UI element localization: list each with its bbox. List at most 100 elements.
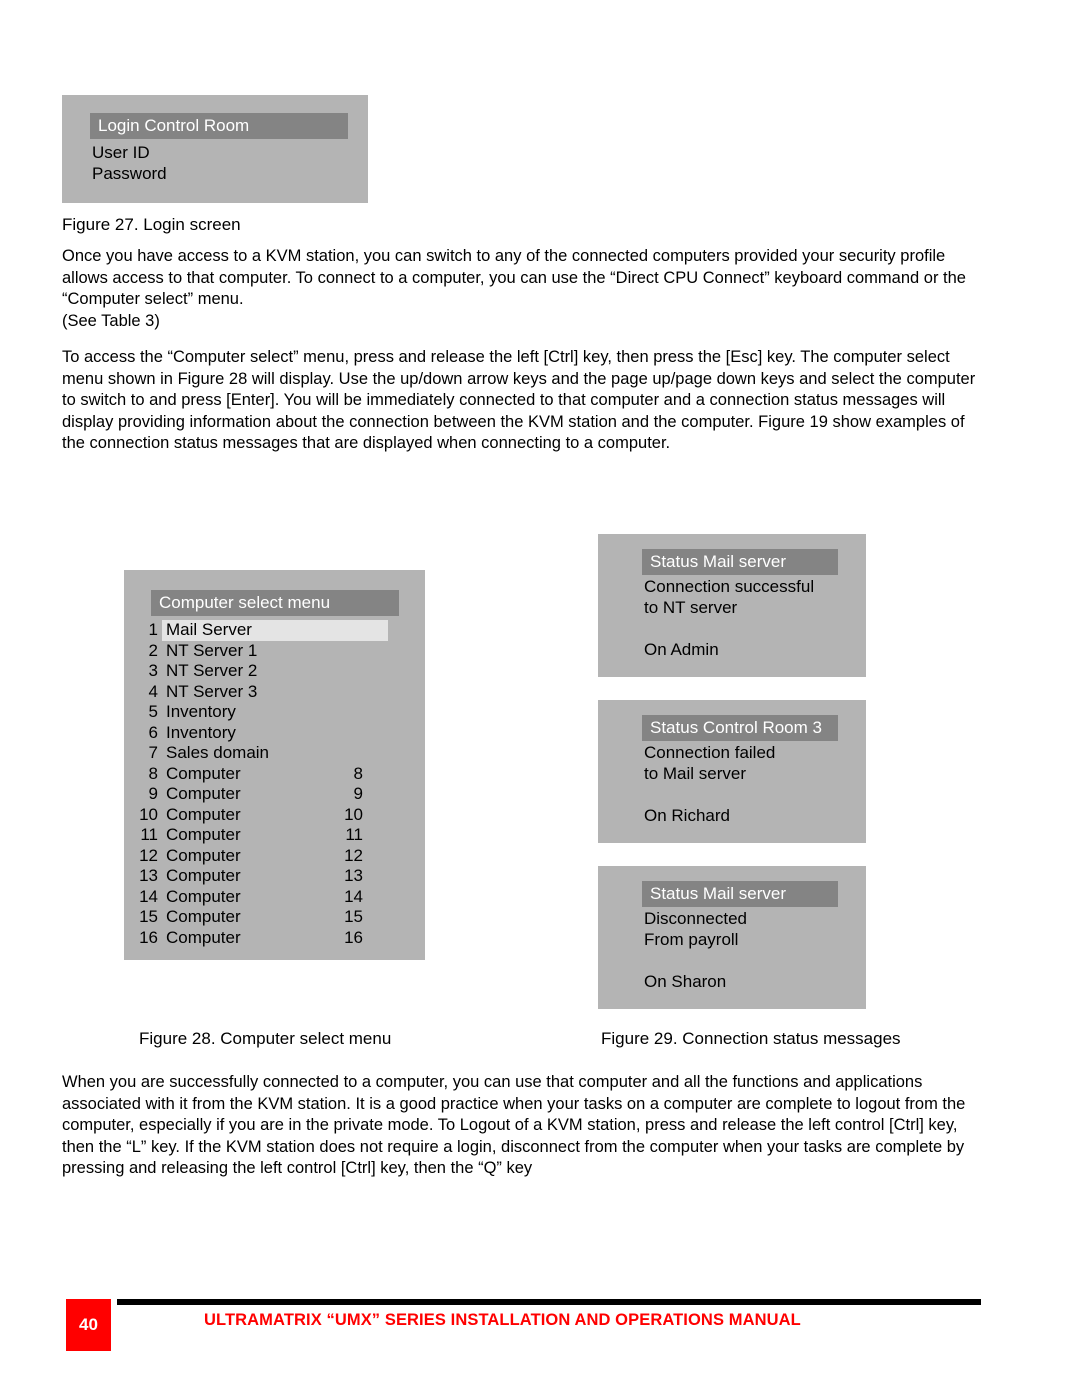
- computer-select-row-index: 15: [139, 907, 158, 926]
- computer-select-row-port: 13: [344, 866, 363, 885]
- computer-select-row-namebox: Mail Server: [162, 620, 388, 641]
- status-line-1-2: to NT server: [644, 598, 738, 617]
- computer-select-row-namebox: Computer 16: [166, 928, 425, 949]
- status-titlebar-2: Status Control Room 3: [642, 715, 838, 741]
- computer-select-row-namebox: Computer 11: [166, 825, 425, 846]
- computer-select-menu-panel: Computer select menu 1 Mail Server 2 NT Ser…: [124, 570, 425, 960]
- computer-select-row-namebox: Computer 14: [166, 887, 425, 908]
- computer-select-row[interactable]: 3 NT Server 2: [124, 661, 425, 682]
- footer-manual-title: ULTRAMATRIX “UMX” SERIES INSTALLATION AN…: [204, 1311, 801, 1329]
- footer-page-badge: 40: [66, 1299, 111, 1351]
- computer-select-row-name: Computer: [166, 907, 241, 926]
- computer-select-row[interactable]: 16 Computer 16: [124, 928, 425, 949]
- footer-divider: [117, 1299, 981, 1305]
- computer-select-row-name: Computer: [166, 784, 241, 803]
- computer-select-row-index: 6: [148, 722, 158, 742]
- login-titlebar: Login Control Room: [90, 113, 348, 139]
- computer-select-row-name: Computer: [166, 866, 241, 885]
- status-titlebar-3: Status Mail server: [642, 881, 838, 907]
- computer-select-row-port: 8: [353, 763, 363, 783]
- computer-select-row[interactable]: 12 Computer 12: [124, 846, 425, 867]
- status-line-3-2: From payroll: [644, 930, 739, 949]
- paragraph-kvm-access: Once you have access to a KVM station, y…: [62, 246, 981, 332]
- computer-select-row[interactable]: 7 Sales domain: [124, 743, 425, 764]
- login-password-label: Password: [92, 164, 167, 183]
- computer-select-row-name: Mail Server: [166, 620, 252, 639]
- computer-select-titlebar: Computer select menu: [151, 590, 399, 616]
- computer-select-row-index: 4: [148, 681, 158, 701]
- computer-select-row[interactable]: 4 NT Server 3: [124, 682, 425, 703]
- computer-select-row-port: 11: [345, 825, 363, 844]
- computer-select-row[interactable]: 11 Computer 11: [124, 825, 425, 846]
- computer-select-row[interactable]: 14 Computer 14: [124, 887, 425, 908]
- paragraph-computer-select-access: To access the “Computer select” menu, pr…: [62, 348, 976, 452]
- computer-select-row[interactable]: 8 Computer 8: [124, 764, 425, 785]
- computer-select-row-namebox: NT Server 3: [166, 682, 425, 703]
- computer-select-row-namebox: Computer 8: [166, 764, 425, 785]
- computer-select-row-name: NT Server 1: [166, 640, 258, 660]
- computer-select-row-namebox: Inventory: [166, 723, 425, 744]
- status-spacer-2: [644, 784, 775, 805]
- computer-select-row[interactable]: 9 Computer 9: [124, 784, 425, 805]
- computer-select-row-name: Inventory: [166, 722, 236, 742]
- computer-select-row[interactable]: 13 Computer 13: [124, 866, 425, 887]
- computer-select-row-port: 16: [344, 927, 363, 947]
- computer-select-row-namebox: Sales domain: [166, 743, 425, 764]
- computer-select-row-namebox: Computer 15: [166, 907, 425, 928]
- computer-select-row-index: 12: [139, 845, 158, 865]
- status-message-panel-1: Status Mail server Connection successful…: [598, 534, 866, 677]
- computer-select-row[interactable]: 10 Computer 10: [124, 805, 425, 826]
- computer-select-row-port: 14: [344, 886, 363, 906]
- computer-select-row-name: Computer: [166, 927, 241, 947]
- paragraph-see-table-3: (See Table 3): [62, 311, 160, 330]
- computer-select-row-name: Computer: [166, 763, 241, 783]
- computer-select-row-name: Computer: [166, 845, 241, 865]
- computer-select-row-namebox: Computer 12: [166, 846, 425, 867]
- computer-select-row-namebox: Computer 9: [166, 784, 425, 805]
- computer-select-row-index: 8: [148, 763, 158, 783]
- computer-select-row-name: Computer: [166, 825, 241, 844]
- computer-select-row-name: NT Server 2: [166, 661, 258, 680]
- login-screen-panel: Login Control Room User ID Password: [62, 95, 368, 203]
- figure-28-caption: Figure 28. Computer select menu: [139, 1029, 392, 1048]
- status-body-2: Connection failed to Mail server On Rich…: [644, 742, 775, 826]
- computer-select-row-index: 16: [139, 927, 158, 947]
- computer-select-row-index: 2: [148, 640, 158, 660]
- computer-select-row-name: NT Server 3: [166, 681, 258, 701]
- status-line-1-1: Connection successful: [644, 577, 815, 596]
- computer-select-row-namebox: NT Server 2: [166, 661, 425, 682]
- status-message-panel-2: Status Control Room 3 Connection failed …: [598, 700, 866, 843]
- computer-select-row-index: 7: [148, 743, 158, 762]
- computer-select-row-name: Computer: [166, 886, 241, 906]
- computer-select-row-name: Inventory: [166, 702, 236, 721]
- status-line-2-3: On Richard: [644, 806, 730, 825]
- computer-select-row[interactable]: 6 Inventory: [124, 723, 425, 744]
- computer-select-row[interactable]: 5 Inventory: [124, 702, 425, 723]
- computer-select-row[interactable]: 1 Mail Server: [124, 620, 425, 641]
- footer-page-number: 40: [79, 1315, 98, 1334]
- computer-select-row-index: 9: [148, 784, 158, 803]
- status-titlebar-1: Status Mail server: [642, 549, 838, 575]
- status-message-panel-3: Status Mail server Disconnected From pay…: [598, 866, 866, 1009]
- status-line-3-1: Disconnected: [644, 909, 748, 928]
- status-body-1: Connection successful to NT server On Ad…: [644, 576, 814, 660]
- computer-select-row-namebox: Computer 10: [166, 805, 425, 826]
- paragraph-kvm-access-text: Once you have access to a KVM station, y…: [62, 247, 966, 308]
- computer-select-list: 1 Mail Server 2 NT Server 1 3 NT Server 2 4 NT …: [124, 620, 425, 948]
- computer-select-row-name: Computer: [166, 804, 241, 824]
- status-spacer-1: [644, 618, 814, 639]
- computer-select-row-index: 14: [139, 886, 158, 906]
- computer-select-row-index: 11: [140, 825, 158, 844]
- computer-select-row-port: 15: [344, 907, 363, 926]
- computer-select-row[interactable]: 2 NT Server 1: [124, 641, 425, 662]
- computer-select-row[interactable]: 15 Computer 15: [124, 907, 425, 928]
- computer-select-row-namebox: NT Server 1: [166, 641, 425, 662]
- status-line-2-2: to Mail server: [644, 764, 747, 783]
- figure-29-caption: Figure 29. Connection status messages: [601, 1029, 901, 1048]
- computer-select-row-namebox: Inventory: [166, 702, 425, 723]
- status-line-2-1: Connection failed: [644, 743, 776, 762]
- status-spacer-3: [644, 950, 747, 971]
- computer-select-row-port: 9: [353, 784, 363, 803]
- figure-27-caption: Figure 27. Login screen: [62, 215, 241, 234]
- login-user-id-label: User ID: [92, 143, 150, 162]
